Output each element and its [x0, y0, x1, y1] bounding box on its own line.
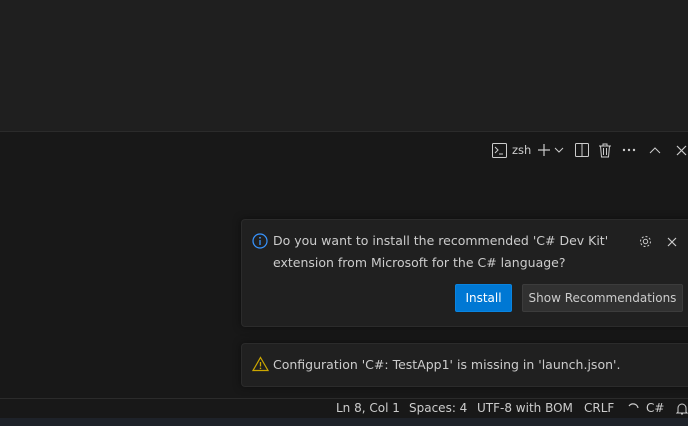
- new-terminal-button[interactable]: [537, 140, 551, 160]
- maximize-panel-button[interactable]: [649, 140, 661, 160]
- ellipsis-icon: [622, 148, 636, 152]
- notification-message: Configuration 'C#: TestApp1' is missing …: [273, 357, 621, 372]
- status-cursor-position[interactable]: Ln 8, Col 1: [336, 401, 400, 415]
- kill-terminal-button[interactable]: [598, 140, 612, 160]
- trash-icon: [598, 143, 612, 158]
- message-line: extension from Microsoft for the C# lang…: [273, 255, 566, 270]
- terminal-name: zsh: [512, 143, 532, 157]
- warning-icon: [251, 356, 270, 375]
- install-button[interactable]: Install: [455, 284, 512, 312]
- notification-message: Do you want to install the recommended '…: [273, 230, 608, 274]
- bottom-edge: [0, 418, 688, 426]
- show-recommendations-button[interactable]: Show Recommendations: [522, 284, 683, 312]
- loading-spinner-icon: [627, 402, 639, 417]
- plus-icon: [537, 143, 551, 157]
- status-encoding[interactable]: UTF-8 with BOM: [477, 401, 573, 415]
- chevron-up-icon: [649, 146, 661, 154]
- status-eol[interactable]: CRLF: [584, 401, 614, 415]
- split-icon: [575, 143, 589, 157]
- gear-icon[interactable]: [638, 234, 653, 252]
- split-terminal-button[interactable]: [575, 140, 589, 160]
- close-notification-icon[interactable]: [667, 236, 677, 250]
- notification-missing-configuration: Configuration 'C#: TestApp1' is missing …: [241, 343, 688, 387]
- editor-area[interactable]: [0, 0, 688, 132]
- terminal-icon: [492, 142, 507, 158]
- terminal-dropdown-button[interactable]: [554, 140, 564, 160]
- status-bar: Ln 8, Col 1 Spaces: 4 UTF-8 with BOM CRL…: [0, 398, 688, 418]
- message-line: Do you want to install the recommended '…: [273, 233, 609, 248]
- chevron-down-icon: [554, 145, 564, 155]
- status-indentation[interactable]: Spaces: 4: [409, 401, 467, 415]
- bell-icon[interactable]: [675, 402, 688, 418]
- more-actions-button[interactable]: [622, 140, 636, 160]
- terminal-tab[interactable]: zsh: [492, 140, 531, 160]
- notification-install-extension: Do you want to install the recommended '…: [241, 219, 688, 327]
- status-language[interactable]: C#: [646, 401, 664, 415]
- close-panel-button[interactable]: [676, 140, 687, 160]
- close-icon: [676, 145, 687, 156]
- info-icon: [252, 233, 268, 252]
